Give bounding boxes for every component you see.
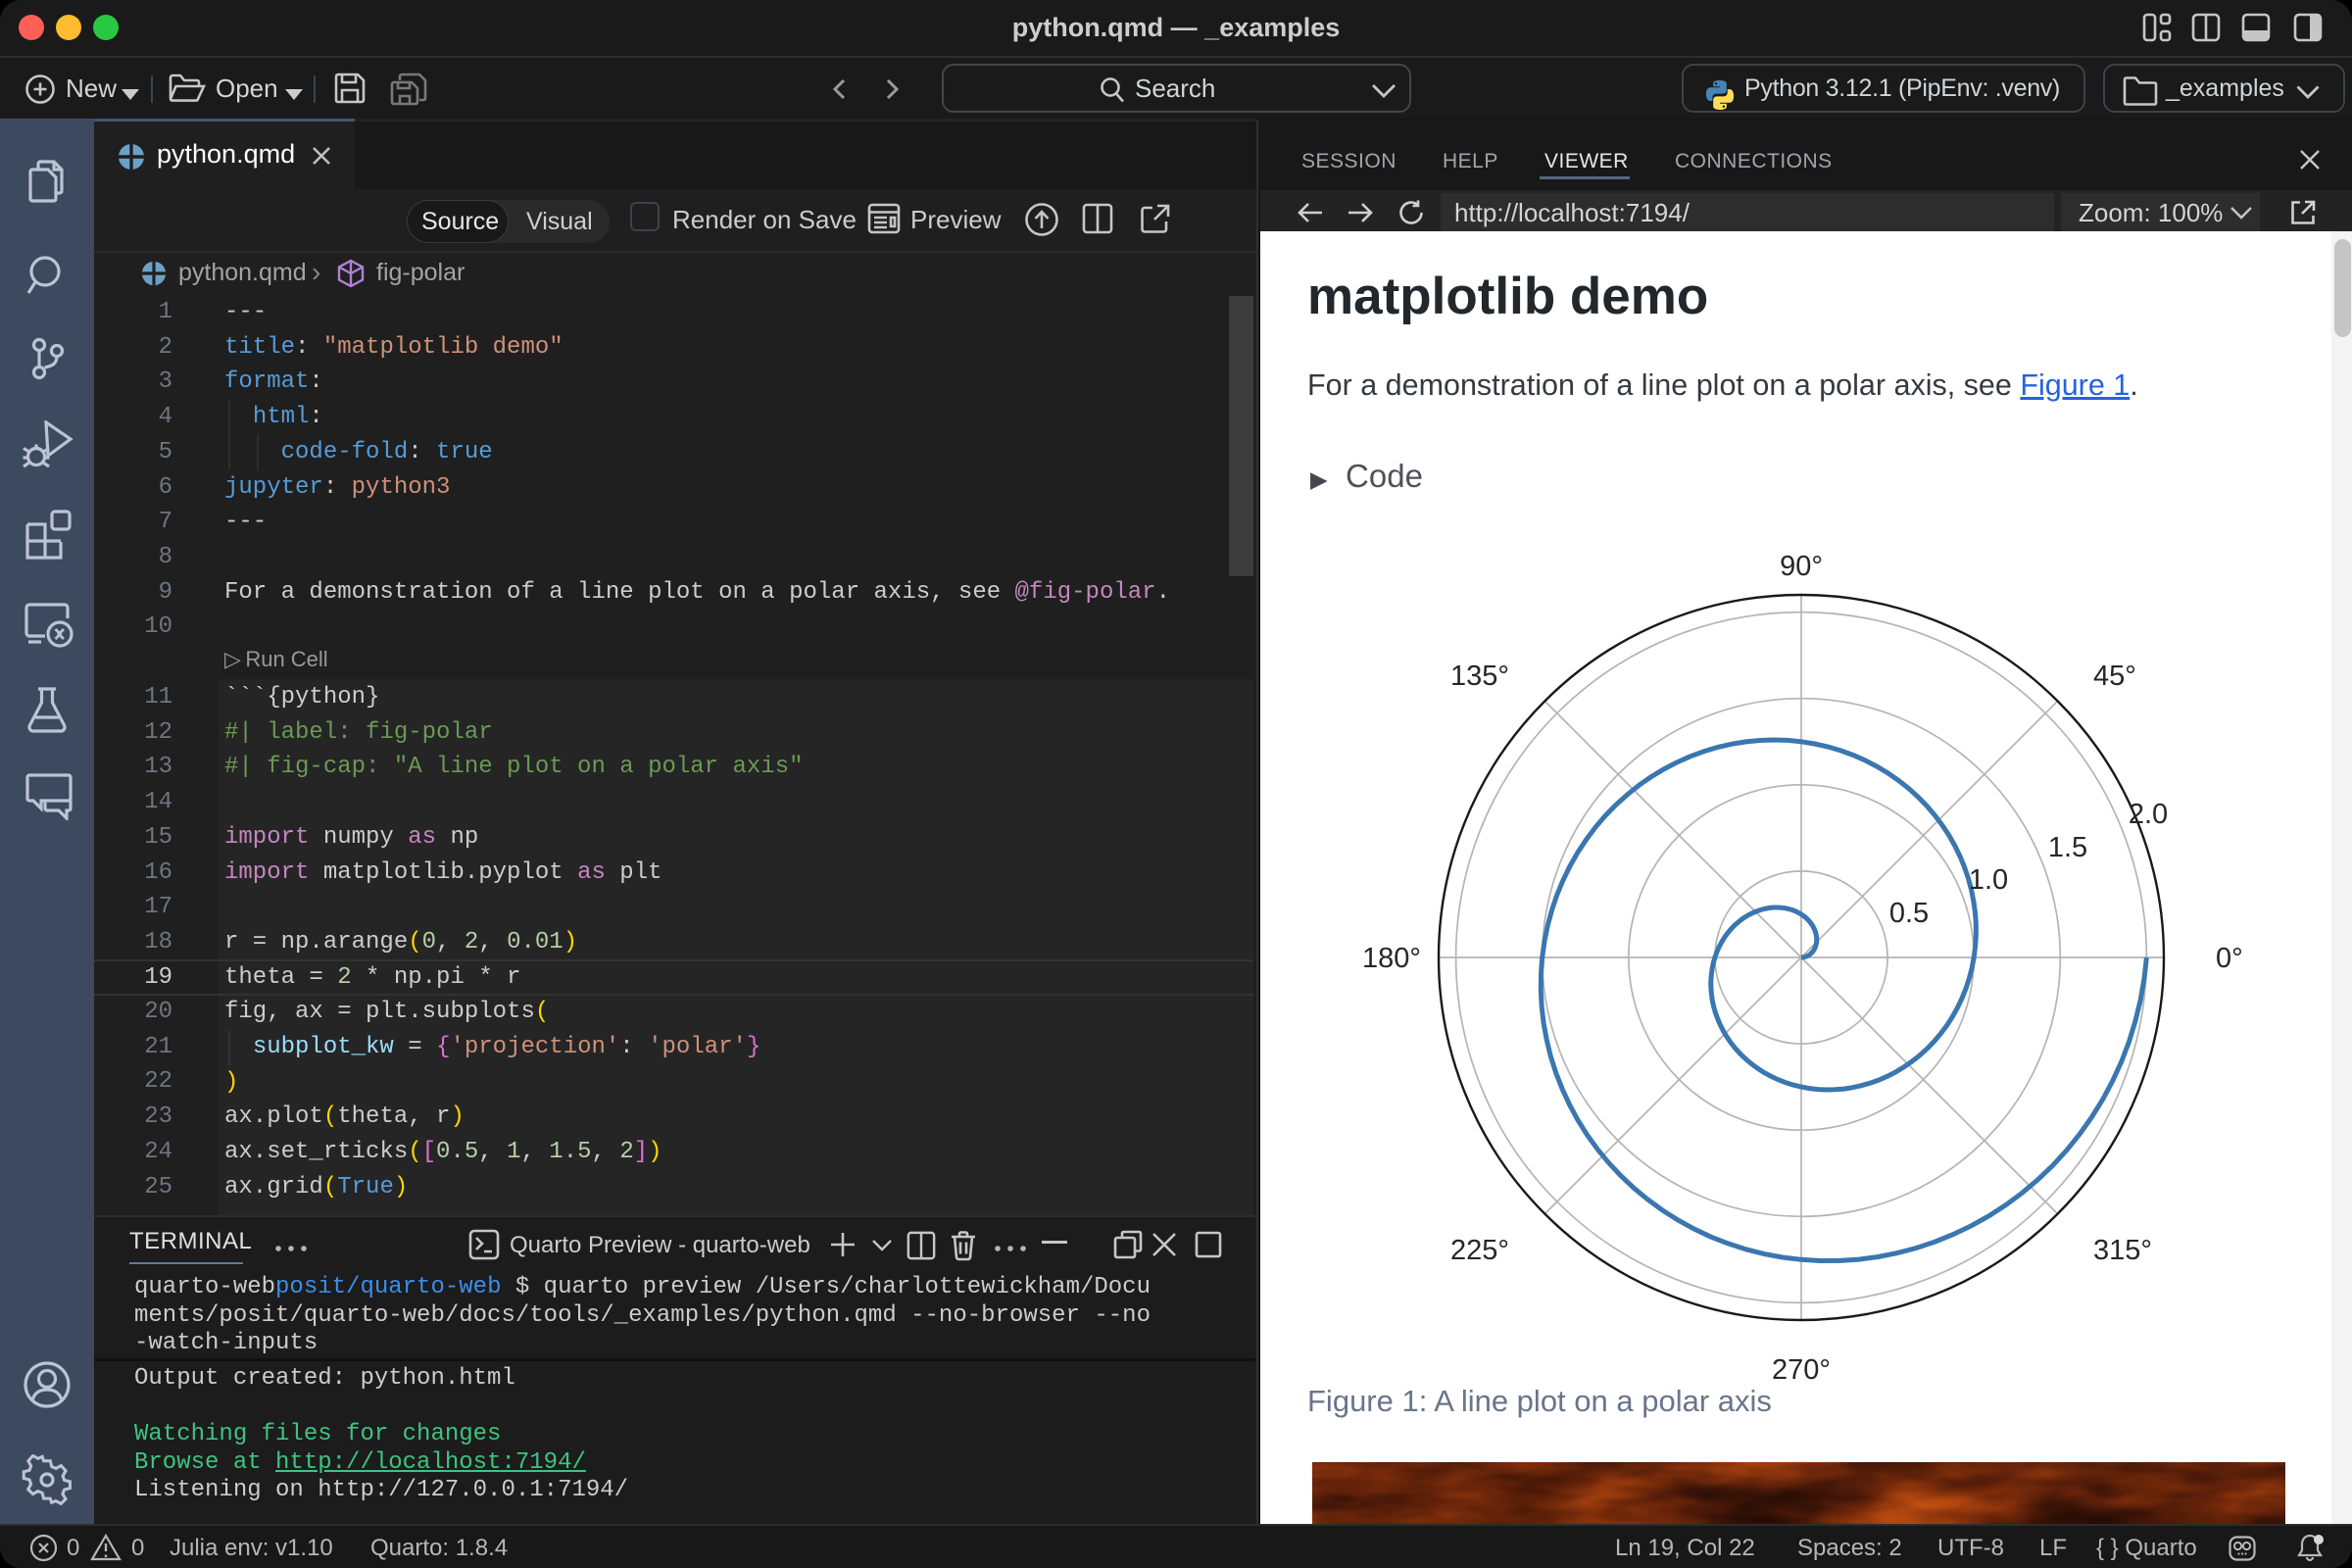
svg-text:270°: 270° (1772, 1354, 1831, 1386)
svg-text:135°: 135° (1450, 661, 1509, 692)
svg-text:180°: 180° (1362, 943, 1421, 974)
svg-text:0°: 0° (2216, 943, 2243, 974)
svg-text:45°: 45° (2093, 661, 2136, 692)
svg-text:225°: 225° (1450, 1235, 1509, 1266)
svg-text:0.5: 0.5 (1889, 898, 1929, 929)
svg-text:2.0: 2.0 (2129, 799, 2168, 830)
svg-text:1.0: 1.0 (1969, 864, 2008, 896)
svg-text:90°: 90° (1780, 551, 1823, 582)
svg-text:1.5: 1.5 (2048, 832, 2087, 863)
svg-text:315°: 315° (2093, 1235, 2152, 1266)
